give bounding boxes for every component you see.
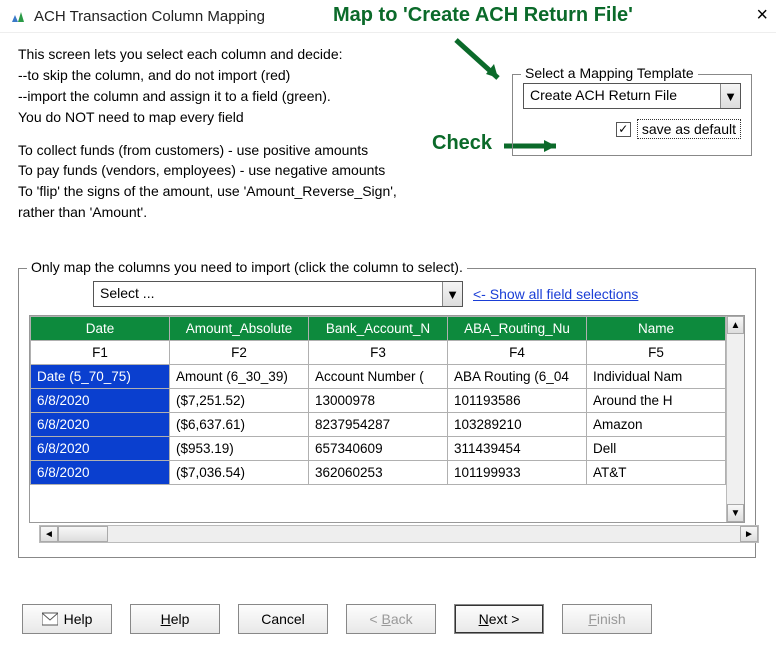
- title-bar: ACH Transaction Column Mapping: [0, 0, 776, 33]
- finish-button: Finish: [562, 604, 652, 634]
- cell[interactable]: Account Number (: [309, 365, 448, 389]
- mapping-template-group: Select a Mapping Template Create ACH Ret…: [512, 74, 752, 156]
- intro-line: rather than 'Amount'.: [18, 203, 758, 222]
- columns-legend: Only map the columns you need to import …: [27, 259, 467, 275]
- scroll-right-icon[interactable]: ►: [740, 526, 758, 542]
- cell[interactable]: Individual Nam: [587, 365, 726, 389]
- col-subheader: F1: [31, 341, 170, 365]
- cell[interactable]: 6/8/2020: [31, 461, 170, 485]
- cell[interactable]: 103289210: [448, 413, 587, 437]
- cell[interactable]: 362060253: [309, 461, 448, 485]
- col-header[interactable]: Bank_Account_N: [309, 317, 448, 341]
- table-row[interactable]: 6/8/2020 ($7,251.52) 13000978 101193586 …: [31, 389, 726, 413]
- mapping-template-value: Create ACH Return File: [524, 84, 720, 108]
- cell[interactable]: ($6,637.61): [170, 413, 309, 437]
- cell[interactable]: 6/8/2020: [31, 389, 170, 413]
- cell[interactable]: 8237954287: [309, 413, 448, 437]
- cell[interactable]: 6/8/2020: [31, 437, 170, 461]
- cell[interactable]: AT&T: [587, 461, 726, 485]
- vertical-scrollbar[interactable]: ▲ ▼: [726, 316, 744, 522]
- cell[interactable]: 101193586: [448, 389, 587, 413]
- cell[interactable]: Around the H: [587, 389, 726, 413]
- table-row[interactable]: 6/8/2020 ($6,637.61) 8237954287 10328921…: [31, 413, 726, 437]
- mapping-template-legend: Select a Mapping Template: [521, 65, 698, 81]
- cell[interactable]: 311439454: [448, 437, 587, 461]
- scroll-thumb[interactable]: [58, 526, 108, 542]
- chevron-down-icon[interactable]: ▼: [720, 84, 740, 108]
- mapping-template-select[interactable]: Create ACH Return File ▼: [523, 83, 741, 109]
- cell[interactable]: ABA Routing (6_04: [448, 365, 587, 389]
- save-default-label: save as default: [637, 119, 741, 139]
- chevron-down-icon[interactable]: ▼: [442, 282, 462, 306]
- back-button: < Back: [346, 604, 436, 634]
- columns-grid: Date Amount_Absolute Bank_Account_N ABA_…: [29, 315, 745, 523]
- header-row: Date Amount_Absolute Bank_Account_N ABA_…: [31, 317, 726, 341]
- cell[interactable]: ($7,251.52): [170, 389, 309, 413]
- col-subheader: F3: [309, 341, 448, 365]
- table-row[interactable]: 6/8/2020 ($7,036.54) 362060253 101199933…: [31, 461, 726, 485]
- wizard-buttons: Help Help Cancel < Back Next > Finish: [22, 604, 652, 634]
- table-row[interactable]: Date (5_70_75) Amount (6_30_39) Account …: [31, 365, 726, 389]
- field-select[interactable]: Select ... ▼: [93, 281, 463, 307]
- scroll-track[interactable]: [727, 334, 744, 504]
- intro-line: This screen lets you select each column …: [18, 45, 758, 64]
- help-icon-label: Help: [64, 611, 93, 627]
- col-header[interactable]: ABA_Routing_Nu: [448, 317, 587, 341]
- subheader-row: F1 F2 F3 F4 F5: [31, 341, 726, 365]
- intro-line: To 'flip' the signs of the amount, use '…: [18, 182, 758, 201]
- cell[interactable]: Amazon: [587, 413, 726, 437]
- close-icon[interactable]: ×: [756, 4, 768, 27]
- cell[interactable]: 6/8/2020: [31, 413, 170, 437]
- help-icon-button[interactable]: Help: [22, 604, 112, 634]
- col-header[interactable]: Amount_Absolute: [170, 317, 309, 341]
- next-button[interactable]: Next >: [454, 604, 544, 634]
- table-row[interactable]: 6/8/2020 ($953.19) 657340609 311439454 D…: [31, 437, 726, 461]
- show-all-link[interactable]: <- Show all field selections: [473, 286, 638, 302]
- scroll-left-icon[interactable]: ◄: [40, 526, 58, 542]
- app-icon: [8, 6, 28, 26]
- cancel-button[interactable]: Cancel: [238, 604, 328, 634]
- intro-line: To pay funds (vendors, employees) - use …: [18, 161, 758, 180]
- cell[interactable]: Date (5_70_75): [31, 365, 170, 389]
- scroll-track[interactable]: [108, 526, 740, 542]
- cell[interactable]: 13000978: [309, 389, 448, 413]
- scroll-up-icon[interactable]: ▲: [727, 316, 744, 334]
- field-select-value: Select ...: [94, 282, 442, 306]
- cell[interactable]: ($7,036.54): [170, 461, 309, 485]
- col-subheader: F4: [448, 341, 587, 365]
- help-button[interactable]: Help: [130, 604, 220, 634]
- envelope-icon: [42, 612, 58, 626]
- save-default-checkbox[interactable]: ✓: [616, 122, 631, 137]
- col-header[interactable]: Name: [587, 317, 726, 341]
- window-title: ACH Transaction Column Mapping: [34, 8, 265, 25]
- cell[interactable]: 101199933: [448, 461, 587, 485]
- columns-group: Only map the columns you need to import …: [18, 268, 756, 558]
- col-subheader: F2: [170, 341, 309, 365]
- cell[interactable]: Dell: [587, 437, 726, 461]
- cell[interactable]: ($953.19): [170, 437, 309, 461]
- cell[interactable]: 657340609: [309, 437, 448, 461]
- scroll-down-icon[interactable]: ▼: [727, 504, 744, 522]
- horizontal-scrollbar[interactable]: ◄ ►: [39, 525, 759, 543]
- cell[interactable]: Amount (6_30_39): [170, 365, 309, 389]
- col-header[interactable]: Date: [31, 317, 170, 341]
- col-subheader: F5: [587, 341, 726, 365]
